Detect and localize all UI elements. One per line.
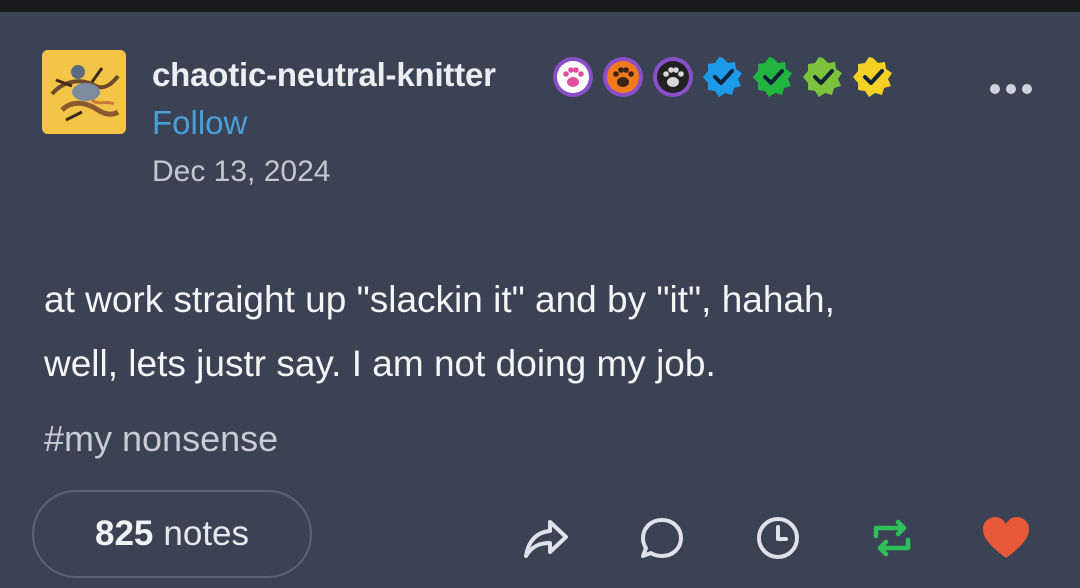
post-body-line: at work straight up "slackin it" and by … [44, 279, 835, 320]
clock-icon[interactable] [752, 512, 804, 564]
more-dot-icon [1006, 84, 1016, 94]
notes-count: 825 [94, 514, 154, 553]
reblog-icon[interactable] [866, 512, 918, 564]
check-green-badge-icon[interactable] [752, 56, 794, 98]
username[interactable]: chaotic-neutral-knitter [152, 56, 496, 94]
notes-button[interactable]: 825 notes [32, 490, 312, 578]
follow-button[interactable]: Follow [152, 104, 247, 142]
post-tag[interactable]: #my nonsense [44, 418, 278, 460]
like-heart-icon[interactable] [980, 512, 1032, 564]
post-body: at work straight up "slackin it" and by … [44, 268, 1044, 396]
status-bar [0, 0, 1080, 12]
check-blue-badge-icon[interactable] [702, 56, 744, 98]
more-dot-icon [990, 84, 1000, 94]
badges-row [552, 55, 894, 99]
more-options-button[interactable] [990, 84, 1032, 94]
paw-black-badge-icon[interactable] [652, 56, 694, 98]
reply-icon[interactable] [636, 512, 688, 564]
more-dot-icon [1022, 84, 1032, 94]
avatar-illustration-icon [42, 50, 126, 134]
share-icon[interactable] [520, 512, 572, 564]
paw-pink-badge-icon[interactable] [552, 56, 594, 98]
post-body-line: well, lets justr say. I am not doing my … [44, 343, 716, 384]
post-date: Dec 13, 2024 [152, 155, 331, 188]
notes-label: notes [163, 514, 250, 553]
avatar[interactable] [42, 50, 126, 134]
paw-orange-badge-icon[interactable] [602, 56, 644, 98]
check-lime-badge-icon[interactable] [802, 56, 844, 98]
check-yellow-badge-icon[interactable] [852, 56, 894, 98]
